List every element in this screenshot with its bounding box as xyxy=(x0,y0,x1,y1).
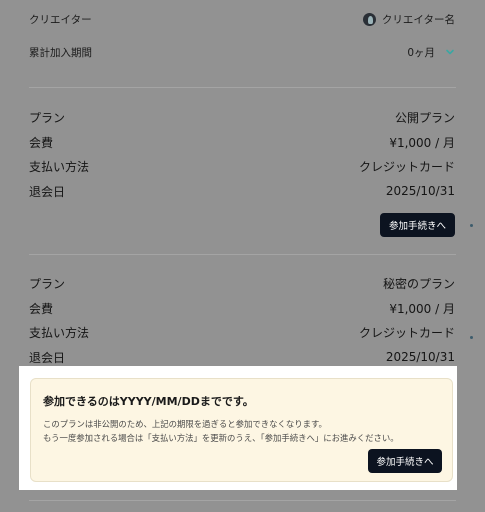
membership-page: クリエイター クリエイター名 累計加入期間 0ヶ月 プラン 公開プラン 会費 ¥… xyxy=(0,0,485,512)
plan1-fee-row: 会費 ¥1,000 / 月 xyxy=(29,133,455,151)
fee-value: ¥1,000 / 月 xyxy=(389,135,455,150)
leave-date-label: 退会日 xyxy=(29,184,66,199)
payment-label: 支払い方法 xyxy=(29,325,90,340)
plan-label: プラン xyxy=(29,276,66,291)
notice-line: もう一度参加される場合は「支払い方法」を更新のうえ、「参加手続きへ」にお進みくだ… xyxy=(43,433,399,443)
avatar xyxy=(362,12,376,26)
join-procedure-button[interactable]: 参加手続きへ xyxy=(368,449,442,473)
notice-title: 参加できるのはYYYY/MM/DDまでです。 xyxy=(43,395,254,408)
plan2-payment-row: 支払い方法 クレジットカード xyxy=(29,323,455,341)
chevron-down-icon xyxy=(446,49,454,55)
plan1-payment-row: 支払い方法 クレジットカード xyxy=(29,157,455,175)
period-toggle[interactable]: 0ヶ月 xyxy=(407,45,455,60)
leave-date-value: 2025/10/31 xyxy=(385,350,455,364)
notice-line: このプランは非公開のため、上記の期限を過ぎると参加できなくなります。 xyxy=(43,419,327,429)
notice-box: 参加できるのはYYYY/MM/DDまでです。 このプランは非公開のため、上記の期… xyxy=(30,378,453,482)
period-value: 0ヶ月 xyxy=(407,46,435,59)
creator-link[interactable]: クリエイター名 xyxy=(362,12,455,27)
payment-value: クレジットカード xyxy=(358,325,455,340)
divider xyxy=(29,254,456,255)
creator-row: クリエイター クリエイター名 xyxy=(29,11,455,27)
fee-label: 会費 xyxy=(29,135,54,150)
period-label: 累計加入期間 xyxy=(29,46,92,59)
payment-label: 支払い方法 xyxy=(29,159,90,174)
edge-marker xyxy=(470,336,473,339)
plan1-leave-row: 退会日 2025/10/31 xyxy=(29,182,455,200)
join-procedure-button[interactable]: 参加手続きへ xyxy=(380,213,455,237)
notice-body: このプランは非公開のため、上記の期限を過ぎると参加できなくなります。 もう一度参… xyxy=(43,417,399,445)
leave-date-value: 2025/10/31 xyxy=(385,184,455,198)
fee-value: ¥1,000 / 月 xyxy=(389,301,455,316)
creator-name: クリエイター名 xyxy=(381,13,455,26)
divider xyxy=(29,87,456,88)
plan-value: 公開プラン xyxy=(394,110,455,125)
leave-date-label: 退会日 xyxy=(29,350,66,365)
plan2-plan-row: プラン 秘密のプラン xyxy=(29,274,455,292)
edge-marker xyxy=(470,224,473,227)
plan-label: プラン xyxy=(29,110,66,125)
plan2-fee-row: 会費 ¥1,000 / 月 xyxy=(29,299,455,317)
creator-label: クリエイター xyxy=(29,13,92,26)
fee-label: 会費 xyxy=(29,301,54,316)
plan-value: 秘密のプラン xyxy=(382,276,455,291)
period-row[interactable]: 累計加入期間 0ヶ月 xyxy=(29,44,455,60)
payment-value: クレジットカード xyxy=(358,159,455,174)
divider xyxy=(29,500,456,501)
plan1-plan-row: プラン 公開プラン xyxy=(29,108,455,126)
plan2-leave-row: 退会日 2025/10/31 xyxy=(29,348,455,366)
